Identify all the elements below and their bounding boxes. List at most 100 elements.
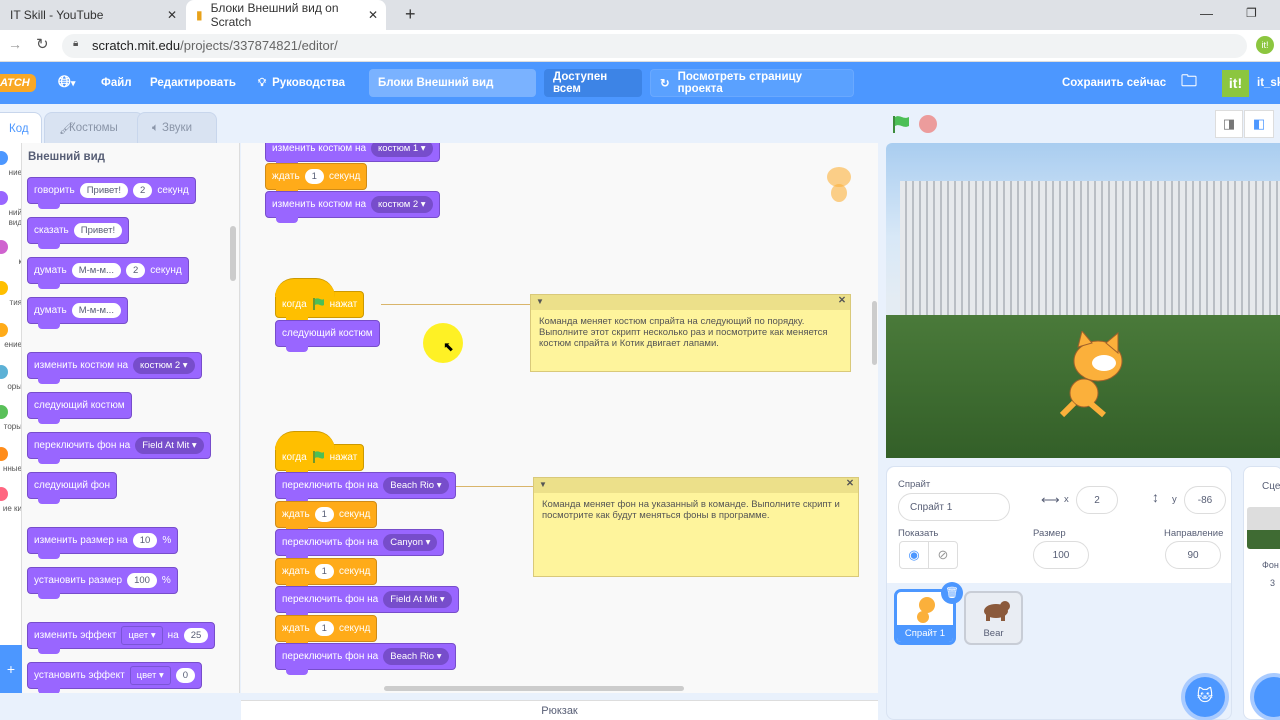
see-project-page-button[interactable]: ↻ Посмотреть страницу проекта — [650, 69, 854, 97]
block-dropdown[interactable]: Field At Mit — [383, 591, 452, 608]
profile-avatar-icon[interactable]: it! — [1256, 36, 1274, 54]
add-extension-button[interactable]: + — [0, 645, 22, 693]
category-item[interactable]: ние — [0, 151, 21, 178]
code-block[interactable]: изменить эффект цветна 25 — [27, 622, 216, 654]
new-tab-button[interactable]: + — [405, 4, 416, 25]
url-field[interactable]: 🔒︎ scratch.mit.edu/projects/337874821/ed… — [62, 34, 1247, 58]
code-block[interactable]: переключить фон на Field At Mit — [27, 432, 211, 464]
language-globe-icon[interactable]: 🌐︎ ▾ — [58, 62, 75, 104]
collapse-icon[interactable]: ▼ — [536, 296, 544, 307]
menu-edit[interactable]: Редактировать — [150, 62, 236, 104]
code-block[interactable]: ждать 1 секунд — [275, 615, 378, 647]
tab-sounds[interactable]: 🔈︎ Звуки — [137, 112, 217, 144]
block-dropdown[interactable]: цвет — [121, 626, 163, 645]
add-sprite-button[interactable]: 🐱︎ — [1185, 677, 1225, 717]
username[interactable]: it_sk — [1257, 77, 1280, 89]
block-dropdown[interactable]: костюм 2 — [371, 196, 433, 213]
delete-sprite-trash-icon[interactable]: 🗑︎ — [941, 582, 963, 604]
code-block[interactable]: изменить костюм на костюм 2 — [265, 191, 440, 223]
show-eye-icon[interactable]: ◉ — [899, 541, 929, 569]
stop-icon[interactable] — [919, 115, 937, 133]
code-block[interactable]: ждать 1 секунд — [275, 501, 378, 533]
block-input[interactable]: Привет! — [79, 183, 129, 198]
block-input[interactable]: 100 — [127, 573, 157, 588]
close-icon[interactable]: ✕ — [846, 478, 854, 489]
category-item[interactable]: к — [0, 240, 21, 267]
code-block[interactable]: переключить фон на Canyon — [275, 529, 445, 561]
when-flag-clicked-block[interactable]: когда нажат — [275, 278, 365, 323]
block-dropdown[interactable]: Canyon — [383, 534, 438, 551]
tab-youtube[interactable]: IT Skill - YouTube ✕ — [0, 0, 185, 30]
project-title-input[interactable]: Блоки Внешний вид — [369, 69, 536, 97]
close-icon[interactable]: ✕ — [368, 8, 378, 22]
block-dropdown[interactable]: костюм 2 — [133, 357, 195, 374]
hide-eye-icon[interactable]: ⊘ — [928, 541, 958, 569]
category-item[interactable]: нные — [0, 447, 21, 474]
code-block[interactable]: переключить фон на Field At Mit — [275, 586, 459, 618]
code-block[interactable]: переключить фон на Beach Rio — [275, 643, 456, 675]
code-block[interactable]: следующий фон — [27, 472, 118, 504]
block-dropdown[interactable]: Beach Rio — [383, 648, 449, 665]
workspace-scrollbar[interactable] — [384, 686, 684, 691]
when-flag-clicked-block[interactable]: когда нажат — [275, 431, 365, 476]
block-input[interactable]: М-м-м... — [71, 303, 121, 318]
tab-code[interactable]: Код — [0, 112, 42, 144]
block-input[interactable]: 25 — [183, 628, 209, 643]
user-avatar[interactable]: it! — [1222, 69, 1249, 97]
tab-costumes[interactable]: 🖌︎ Костюмы — [44, 112, 144, 144]
menu-tutorials[interactable]: 💡︎ Руководства — [258, 62, 345, 104]
code-block[interactable]: думать М-м-м... — [27, 297, 128, 329]
code-block[interactable]: следующий костюм — [27, 392, 132, 424]
reload-icon[interactable]: ↻ — [36, 35, 49, 53]
forward-icon[interactable]: → — [8, 36, 22, 52]
close-icon[interactable]: ✕ — [167, 8, 177, 22]
add-backdrop-button[interactable] — [1254, 677, 1280, 717]
minimize-button[interactable]: — — [1200, 6, 1213, 21]
category-item[interactable]: ие ки — [0, 487, 21, 514]
block-input[interactable]: 1 — [314, 621, 334, 636]
green-flag-icon[interactable] — [891, 114, 911, 134]
backpack-bar[interactable]: Рюкзак — [241, 700, 878, 720]
save-now-button[interactable]: Сохранить сейчас — [1062, 62, 1166, 104]
code-block[interactable]: изменить костюм на костюм 2 — [27, 352, 202, 384]
block-input[interactable]: 1 — [304, 169, 324, 184]
palette-scrollbar[interactable] — [230, 226, 236, 281]
comment-note[interactable]: ▼ ✕ Команда меняет фон на указанный в ком… — [533, 477, 859, 577]
code-block[interactable]: изменить костюм на костюм 1 — [265, 143, 440, 167]
block-input[interactable]: 0 — [175, 668, 196, 683]
sprite-tile[interactable]: Bear — [964, 591, 1023, 645]
folder-icon[interactable]: 🗀 — [1181, 62, 1197, 104]
x-input[interactable]: 2 — [1076, 486, 1118, 514]
block-input[interactable]: Привет! — [73, 223, 123, 238]
code-block[interactable]: ждать 1 секунд — [265, 163, 368, 195]
stage-canvas[interactable] — [886, 143, 1280, 458]
block-dropdown[interactable]: цвет — [129, 666, 171, 685]
category-item[interactable]: оры — [0, 365, 21, 392]
direction-input[interactable]: 90 — [1165, 541, 1221, 569]
scratch-logo[interactable]: ATCH — [0, 74, 36, 92]
category-item[interactable]: ний вид — [0, 191, 21, 228]
small-stage-button[interactable]: ◨ — [1215, 110, 1243, 138]
code-block[interactable]: говорить Привет! 2 секунд — [27, 177, 196, 209]
y-input[interactable]: -86 — [1184, 486, 1226, 514]
collapse-icon[interactable]: ▼ — [539, 479, 547, 490]
comment-text[interactable]: Команда меняет костюм спрайта на следующ… — [531, 310, 850, 355]
category-item[interactable]: торы — [0, 405, 21, 432]
block-dropdown[interactable]: Field At Mit — [135, 437, 204, 454]
code-block[interactable]: изменить размер на 10% — [27, 527, 179, 559]
code-block[interactable]: установить размер 100% — [27, 567, 178, 599]
block-input[interactable]: 1 — [314, 564, 334, 579]
block-input[interactable]: 2 — [125, 263, 146, 278]
category-item[interactable]: тия — [0, 281, 21, 308]
size-input[interactable]: 100 — [1033, 541, 1089, 569]
code-block[interactable]: следующий костюм — [275, 320, 380, 352]
block-input[interactable]: 2 — [133, 183, 153, 198]
tab-scratch[interactable]: ▮ Блоки Внешний вид on Scratch ✕ — [186, 0, 386, 30]
block-input[interactable]: 10 — [132, 533, 158, 548]
restore-button[interactable]: ❐ — [1246, 6, 1257, 20]
menu-file[interactable]: Файл — [101, 62, 132, 104]
comment-note[interactable]: ▼ ✕ Команда меняет костюм спрайта на след… — [530, 294, 851, 372]
block-dropdown[interactable]: Beach Rio — [383, 477, 449, 494]
category-item[interactable]: ение — [0, 323, 21, 350]
code-block[interactable]: думать М-м-м... 2 секунд — [27, 257, 189, 289]
